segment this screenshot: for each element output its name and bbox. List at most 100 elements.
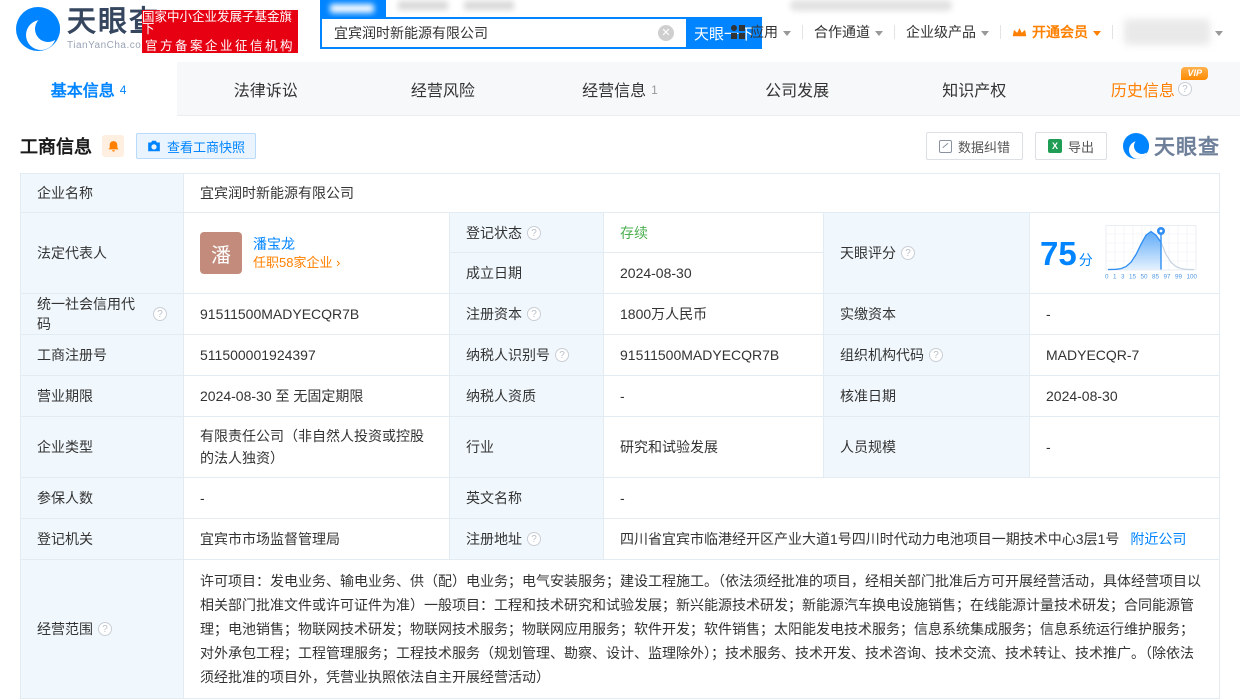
help-icon[interactable]: ? [527, 307, 541, 321]
tab-business-info[interactable]: 经营信息 1 [531, 62, 708, 115]
camera-icon [148, 140, 160, 152]
help-icon[interactable]: ? [901, 246, 915, 260]
tab-history-info[interactable]: VIP 历史信息 ? [1063, 62, 1240, 115]
tab-label: 经营风险 [410, 82, 475, 100]
insured-num-value: - [183, 478, 449, 518]
gov-badge-line2: 官方备案企业征信机构 [144, 38, 295, 53]
nav-enterprise-products[interactable]: 企业级产品 [895, 22, 1000, 42]
nav-cooperation-label: 合作通道 [814, 24, 870, 40]
paid-capital-value: - [1029, 294, 1219, 334]
score-label: 天眼评分 [840, 245, 896, 261]
company-section-tabs: 基本信息 4 法律诉讼 经营风险 经营信息 1 公司发展 知识产权 VIP 历史… [0, 62, 1240, 116]
tab-legal-litigation[interactable]: 法律诉讼 [177, 62, 354, 115]
tab-operation-risk[interactable]: 经营风险 [354, 62, 531, 115]
legal-rep-cell: 潘 潘宝龙 任职58家企业 › [183, 213, 449, 293]
chevron-down-icon [783, 30, 791, 36]
reg-authority-value: 宜宾市市场监督管理局 [183, 519, 449, 559]
help-icon[interactable]: ? [555, 348, 569, 362]
nav-apps[interactable]: 应用 [720, 22, 802, 42]
company-name-value: 宜宾润时新能源有限公司 [183, 174, 1219, 212]
blurred-tab-text [398, 1, 448, 10]
search-type-tab[interactable] [394, 0, 452, 17]
avatar[interactable]: 潘 [200, 232, 242, 274]
nav-open-membership[interactable]: 开通会员 [1001, 22, 1112, 42]
blurred-user-avatar [1124, 19, 1210, 45]
gov-certification-badge: 国家中小企业发展子基金旗下 官方备案企业征信机构 [142, 10, 298, 53]
staff-size-value: - [1029, 417, 1219, 477]
table-row: 工商注册号 511500001924397 纳税人识别号? 91511500MA… [21, 335, 1219, 376]
tab-intellectual-property[interactable]: 知识产权 [886, 62, 1063, 115]
crown-icon [1012, 27, 1027, 36]
score-value: 75 [1040, 234, 1077, 272]
search-input[interactable] [320, 17, 686, 49]
field-label: 参保人数 [21, 478, 183, 518]
nav-cooperation[interactable]: 合作通道 [803, 22, 894, 42]
taxpayer-quality-value: - [603, 376, 823, 416]
edit-document-icon [938, 139, 952, 153]
status-badge: 存续 [620, 224, 648, 241]
company-type-value: 有限责任公司（非自然人投资或控股的法人独资） [183, 417, 449, 477]
tab-count: 1 [651, 82, 658, 97]
search-area: ✕ 天眼一下 [320, 0, 762, 49]
legal-rep-name-link[interactable]: 潘宝龙 [253, 237, 340, 251]
chevron-down-icon [981, 30, 989, 36]
field-label: 纳税人识别号? [449, 335, 603, 375]
export-button[interactable]: X 导出 [1034, 132, 1107, 160]
help-icon[interactable]: ? [153, 307, 167, 321]
score-distribution-chart: 0 1 3 15 50 85 97 99 100 [1104, 224, 1197, 282]
watermark-label: 天眼查 [1154, 136, 1220, 159]
help-icon[interactable]: ? [527, 532, 541, 546]
help-icon[interactable]: ? [1177, 81, 1192, 96]
subscribe-bell-button[interactable] [102, 135, 124, 157]
field-label: 组织机构代码? [823, 335, 1029, 375]
search-type-tab[interactable] [460, 0, 518, 17]
tab-count: 4 [119, 83, 127, 97]
clear-search-icon[interactable]: ✕ [658, 25, 674, 41]
correction-button-label: 数据纠错 [957, 139, 1010, 155]
reg-address-value: 四川省宜宾市临港经开区产业大道1号四川时代动力电池项目一期技术中心3层1号 [620, 531, 1120, 547]
top-navigation: 应用 合作通道 企业级产品 开通会员 [720, 19, 1234, 45]
help-icon[interactable]: ? [98, 622, 112, 636]
business-term-value: 2024-08-30 至 无固定期限 [183, 376, 449, 416]
field-label: 核准日期 [823, 376, 1029, 416]
field-label: 企业类型 [21, 417, 183, 477]
table-row: 营业期限 2024-08-30 至 无固定期限 纳税人资质 - 核准日期 202… [21, 376, 1219, 417]
tab-company-development[interactable]: 公司发展 [709, 62, 886, 115]
tab-basic-info[interactable]: 基本信息 4 [0, 62, 178, 116]
tianyancha-logo[interactable]: 天眼查 TianYanCha.com [16, 7, 160, 51]
field-label: 经营范围? [21, 560, 183, 698]
nav-apps-label: 应用 [750, 24, 778, 40]
vip-badge: VIP [1181, 67, 1208, 80]
table-row: 企业类型 有限责任公司（非自然人投资或控股的法人独资） 行业 研究和试验发展 人… [21, 417, 1219, 478]
blurred-tab-text [330, 4, 374, 13]
tianyancha-logo-icon [16, 7, 60, 51]
user-account-menu[interactable] [1113, 19, 1234, 45]
business-snapshot-button[interactable]: 查看工商快照 [136, 133, 257, 159]
nav-enterprise-label: 企业级产品 [906, 24, 976, 40]
tianyancha-watermark: 天眼查 [1123, 131, 1220, 161]
score-axis-ticks: 0 1 3 15 50 85 97 99 100 [1104, 272, 1197, 280]
credit-code-value: 91511500MADYECQR7B [183, 294, 449, 334]
help-icon[interactable]: ? [929, 348, 943, 362]
search-type-tab-active[interactable] [320, 0, 386, 17]
org-code-value: MADYECQR-7 [1029, 335, 1219, 375]
reg-capital-value: 1800万人民币 [603, 294, 823, 334]
excel-icon: X [1047, 139, 1062, 153]
tianyancha-logo-icon [1123, 133, 1149, 159]
nearby-companies-link[interactable]: 附近公司 [1130, 529, 1186, 549]
help-icon[interactable]: ? [527, 225, 541, 240]
field-label: 人员规模 [823, 417, 1029, 477]
field-label: 营业期限 [21, 376, 183, 416]
table-row: 法定代表人 潘 潘宝龙 任职58家企业 › 登记状态 ? 存续 天眼评分 ? 7… [21, 213, 1219, 294]
data-correction-button[interactable]: 数据纠错 [925, 132, 1023, 160]
taxpayer-id-value: 91511500MADYECQR7B [603, 335, 823, 375]
positions-count-link[interactable]: 任职58家企业 › [253, 256, 340, 269]
approval-date-value: 2024-08-30 [1029, 376, 1219, 416]
nav-membership-label: 开通会员 [1032, 24, 1088, 40]
blurred-banner [790, 0, 952, 11]
field-label: 统一社会信用代码? [21, 294, 183, 334]
reg-status-label: 登记状态 [466, 224, 522, 241]
field-label: 注册地址? [449, 519, 603, 559]
tianyan-score-cell: 75 分 0 1 3 15 50 85 97 99 100 [1029, 213, 1219, 293]
chevron-down-icon [1215, 30, 1223, 36]
